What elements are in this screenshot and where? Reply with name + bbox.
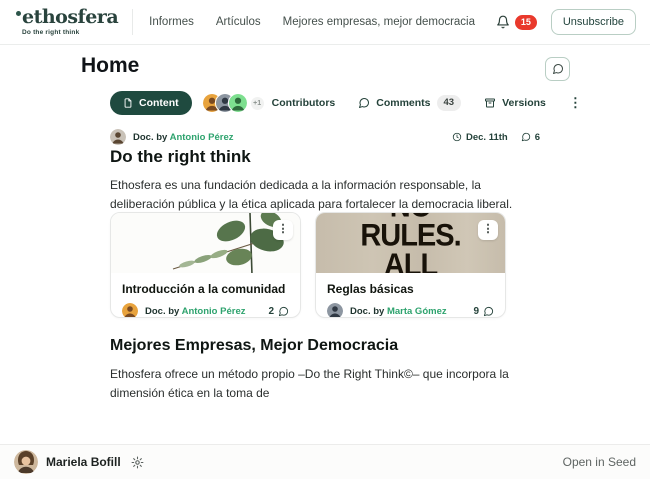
bell-icon bbox=[496, 15, 510, 29]
open-chat-button[interactable] bbox=[545, 57, 570, 81]
doc-comment-count-text: 6 bbox=[535, 132, 540, 143]
avatar bbox=[228, 93, 248, 113]
comment-bubble-icon bbox=[521, 132, 531, 142]
nav-item-mejores-empresas[interactable]: Mejores empresas, mejor democracia bbox=[283, 16, 475, 28]
chat-icon bbox=[552, 63, 564, 75]
doc-toolbar: Content +1 Contributors Comments 43 Vers… bbox=[110, 90, 550, 116]
current-user-menu[interactable]: Mariela Bofill bbox=[14, 450, 144, 474]
doc-date: Dec. 11th bbox=[452, 132, 508, 143]
tab-versions[interactable]: Versions bbox=[484, 97, 546, 109]
card-image-no-rules-poster: NO RULES. ALL ⋮ bbox=[316, 213, 505, 273]
tab-versions-label: Versions bbox=[502, 97, 546, 109]
main-nav: Informes Artículos Mejores empresas, mej… bbox=[149, 16, 475, 28]
card-body: Reglas básicas Doc. by Marta Gómez 9 bbox=[316, 273, 505, 318]
card-comment-count-text: 9 bbox=[473, 306, 479, 317]
tab-content-label: Content bbox=[139, 97, 179, 109]
brand-name: ethosfera bbox=[22, 8, 118, 27]
byline-prefix: Doc. by bbox=[145, 306, 182, 317]
top-header: ethosfera Do the right think Informes Ar… bbox=[0, 0, 650, 45]
comment-bubble-icon bbox=[278, 306, 289, 317]
doc-meta-row: Doc. by Antonio Pérez Dec. 11th 6 bbox=[110, 129, 540, 145]
nav-item-articulos[interactable]: Artículos bbox=[216, 16, 261, 28]
doc-author-link[interactable]: Antonio Pérez bbox=[170, 132, 234, 143]
document-icon bbox=[123, 98, 133, 108]
card-reglas-basicas[interactable]: NO RULES. ALL ⋮ Reglas básicas Doc. by M… bbox=[315, 212, 506, 318]
card-kebab-icon[interactable]: ⋮ bbox=[478, 220, 498, 240]
notifications-button[interactable]: 15 bbox=[496, 15, 537, 30]
tab-comments-label: Comments bbox=[376, 97, 430, 109]
brand-logo[interactable]: ethosfera Do the right think bbox=[14, 8, 118, 36]
gear-icon bbox=[131, 456, 144, 469]
doc-heading: Do the right think bbox=[110, 147, 251, 167]
header-actions: 15 Unsubscribe bbox=[496, 9, 636, 35]
versions-icon bbox=[484, 97, 496, 109]
card-meta: Doc. by Marta Gómez 9 bbox=[327, 303, 494, 318]
doc-date-text: Dec. 11th bbox=[466, 132, 508, 143]
embedded-doc-cards: ⋮ Introducción a la comunidad Doc. by An… bbox=[110, 212, 506, 318]
card-author-avatar bbox=[327, 303, 343, 318]
current-user-name: Mariela Bofill bbox=[46, 455, 121, 469]
toolbar-kebab-icon[interactable]: ⋮ bbox=[569, 100, 582, 107]
logo-dot-icon bbox=[16, 11, 21, 16]
app-window: ethosfera Do the right think Informes Ar… bbox=[0, 0, 650, 479]
comment-bubble-icon bbox=[358, 97, 370, 109]
notification-count-badge[interactable]: 15 bbox=[515, 15, 537, 30]
doc-byline: Doc. by Antonio Pérez bbox=[110, 129, 233, 145]
card-comment-count: 2 bbox=[268, 306, 289, 317]
card-body: Introducción a la comunidad Doc. by Anto… bbox=[111, 273, 300, 318]
tab-contributors[interactable]: +1 Contributors bbox=[202, 93, 336, 113]
brand-tagline: Do the right think bbox=[22, 29, 118, 36]
card-author-link[interactable]: Antonio Pérez bbox=[182, 306, 246, 317]
card-title: Introducción a la comunidad bbox=[122, 282, 289, 296]
card-comment-count: 9 bbox=[473, 306, 494, 317]
doc-meta-right: Dec. 11th 6 bbox=[452, 132, 540, 143]
card-byline: Doc. by Marta Gómez bbox=[350, 306, 447, 317]
plant-illustration-icon bbox=[111, 213, 300, 273]
bottom-bar: Mariela Bofill Open in Seed bbox=[0, 444, 650, 479]
poster-line: RULES. bbox=[316, 222, 505, 251]
card-author-avatar bbox=[122, 303, 138, 318]
page-title: Home bbox=[81, 54, 139, 78]
card-title: Reglas básicas bbox=[327, 282, 494, 296]
author-avatar[interactable] bbox=[110, 129, 126, 145]
comments-count-badge: 43 bbox=[437, 95, 462, 111]
doc-paragraph: Ethosfera es una fundación dedicada a la… bbox=[110, 176, 542, 213]
tab-contributors-label: Contributors bbox=[272, 97, 336, 109]
card-comment-count-text: 2 bbox=[268, 306, 274, 317]
nav-item-informes[interactable]: Informes bbox=[149, 16, 194, 28]
poster-text: NO RULES. ALL bbox=[316, 213, 505, 273]
poster-line: ALL bbox=[316, 251, 505, 273]
contributor-avatars bbox=[202, 93, 241, 113]
user-avatar bbox=[14, 450, 38, 474]
section2-paragraph: Ethosfera ofrece un método propio –Do th… bbox=[110, 365, 550, 402]
doc-comment-count[interactable]: 6 bbox=[521, 132, 540, 143]
byline-prefix: Doc. by bbox=[133, 132, 170, 143]
settings-button[interactable] bbox=[131, 456, 144, 469]
header-divider bbox=[132, 9, 133, 35]
tab-content[interactable]: Content bbox=[110, 91, 192, 115]
contributors-more-badge: +1 bbox=[251, 97, 264, 110]
doc-byline-text: Doc. by Antonio Pérez bbox=[133, 132, 233, 143]
section2-heading: Mejores Empresas, Mejor Democracia bbox=[110, 337, 398, 355]
card-kebab-icon[interactable]: ⋮ bbox=[273, 220, 293, 240]
card-introduccion[interactable]: ⋮ Introducción a la comunidad Doc. by An… bbox=[110, 212, 301, 318]
card-meta: Doc. by Antonio Pérez 2 bbox=[122, 303, 289, 318]
card-byline: Doc. by Antonio Pérez bbox=[145, 306, 245, 317]
clock-icon bbox=[452, 132, 462, 142]
unsubscribe-button[interactable]: Unsubscribe bbox=[551, 9, 636, 35]
tab-comments[interactable]: Comments 43 bbox=[358, 95, 461, 111]
card-image-plant: ⋮ bbox=[111, 213, 300, 273]
open-in-seed-link[interactable]: Open in Seed bbox=[563, 455, 636, 469]
comment-bubble-icon bbox=[483, 306, 494, 317]
byline-prefix: Doc. by bbox=[350, 306, 387, 317]
card-author-link[interactable]: Marta Gómez bbox=[387, 306, 447, 317]
